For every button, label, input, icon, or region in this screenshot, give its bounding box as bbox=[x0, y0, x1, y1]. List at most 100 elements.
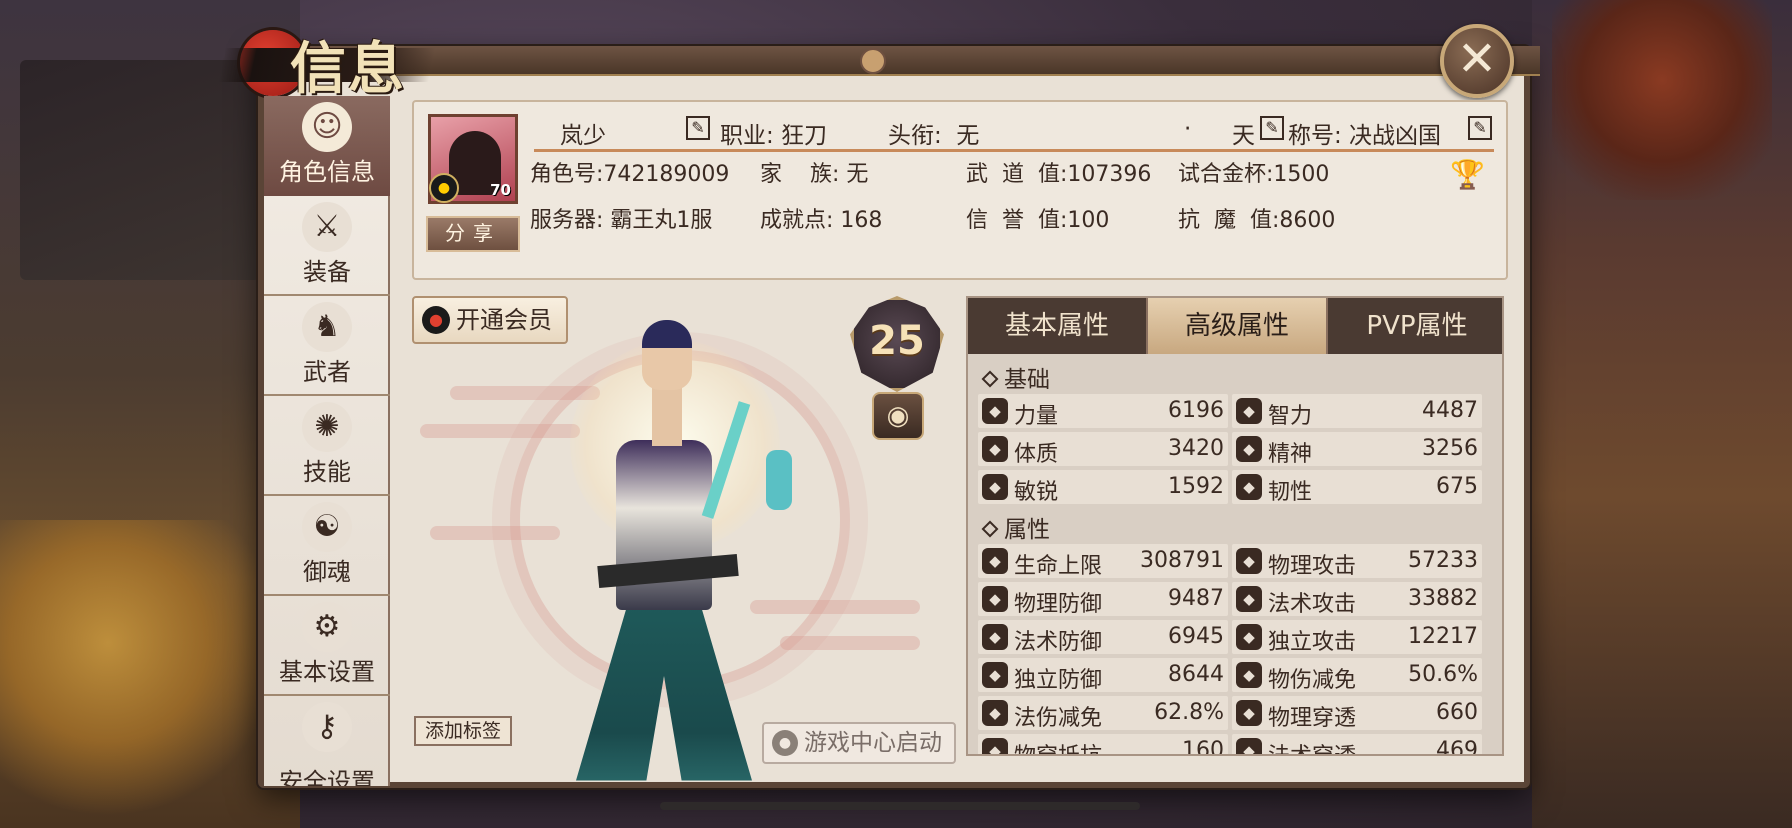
sidebar-item-label: 御魂 bbox=[303, 558, 351, 586]
attribute-name: 法术防御 bbox=[1014, 630, 1103, 655]
attribute-tabs: 基本属性 高级属性 PVP属性 bbox=[968, 298, 1502, 354]
qq-penguin-icon: ● bbox=[429, 173, 459, 203]
window-title: 信息 bbox=[290, 36, 406, 102]
attribute-value: 308791 bbox=[1140, 548, 1224, 573]
attribute-row: ◆ 法伤减免 62.8% ◆ 物理穿透 660 bbox=[978, 696, 1496, 731]
max-hp-icon: ◆ bbox=[982, 548, 1008, 574]
reputation-value: 信 誉 值:100 bbox=[966, 208, 1110, 233]
background-left-scenery bbox=[0, 0, 300, 828]
sidebar-item-equipment[interactable]: ⚔ 装备 bbox=[264, 196, 390, 296]
tab-pvp-attributes[interactable]: PVP属性 bbox=[1328, 298, 1502, 354]
attribute-name: 法术攻击 bbox=[1268, 592, 1357, 617]
attribute-cell: ◆ 物理防御 9487 bbox=[978, 582, 1228, 617]
attribute-name: 智力 bbox=[1268, 404, 1313, 429]
sidebar-item-soul[interactable]: ☯ 御魂 bbox=[264, 496, 390, 596]
attribute-name: 物穿抵抗 bbox=[1014, 738, 1102, 754]
attribute-name: 力量 bbox=[1014, 404, 1059, 429]
attribute-name: 物理穿透 bbox=[1268, 706, 1357, 731]
sidebar-item-character-info[interactable]: ☺ 角色信息 bbox=[264, 96, 390, 196]
close-button[interactable]: ✕ bbox=[1440, 24, 1514, 98]
edit-honor-icon[interactable]: ✎ bbox=[1260, 116, 1284, 140]
title-rank: 天 bbox=[1232, 123, 1255, 149]
name-row: 岚少 ✎ 职业: 狂刀 头衔: 无 · 天 ✎ 称号: 决战凶国 ✎ bbox=[534, 110, 1494, 152]
tenacity-icon: ◆ bbox=[1236, 474, 1262, 500]
sidebar-item-label: 角色信息 bbox=[279, 158, 375, 186]
rank-badge-value: 25 bbox=[869, 318, 925, 364]
player-honor: 称号: 决战凶国 bbox=[1288, 123, 1442, 149]
camera-icon[interactable]: ◉ bbox=[872, 392, 924, 440]
sidebar-item-label: 武者 bbox=[303, 358, 351, 386]
attribute-value: 50.6% bbox=[1408, 662, 1478, 687]
wudao-value: 武 道 值:107396 bbox=[966, 162, 1152, 187]
profile-header: ● 70 分享 岚少 ✎ 职业: 狂刀 头衔: 无 · 天 ✎ 称号: 决战凶国… bbox=[412, 100, 1508, 280]
avatar[interactable]: ● 70 bbox=[428, 114, 518, 204]
skill-swirl-icon: ✺ bbox=[302, 402, 352, 452]
attribute-value: 675 bbox=[1436, 474, 1478, 499]
magic-attack-icon: ◆ bbox=[1236, 586, 1262, 612]
edit-honor-right-icon[interactable]: ✎ bbox=[1468, 116, 1492, 140]
strength-icon: ◆ bbox=[982, 398, 1008, 424]
tab-basic-attributes[interactable]: 基本属性 bbox=[968, 298, 1148, 354]
attribute-cell: ◆ 体质 3420 bbox=[978, 432, 1228, 467]
sidebar: ☺ 角色信息 ⚔ 装备 ♞ 武者 ✺ 技能 ☯ 御魂 ⚙ 基本设置 ⚷ 安全设置 bbox=[264, 96, 390, 786]
attribute-cell: ◆ 韧性 675 bbox=[1232, 470, 1482, 505]
attribute-row: ◆ 力量 6196 ◆ 智力 4487 bbox=[978, 394, 1496, 429]
attribute-cell: ◆ 物穿抵抗 160 bbox=[978, 734, 1228, 754]
section-title: 属性 bbox=[1004, 517, 1050, 543]
constitution-icon: ◆ bbox=[982, 436, 1008, 462]
attribute-name: 物伤减免 bbox=[1268, 668, 1357, 693]
character-icon: ☺ bbox=[302, 102, 352, 152]
character-neck bbox=[652, 386, 682, 446]
physical-penetration-icon: ◆ bbox=[1236, 700, 1262, 726]
background-right-scenery bbox=[1532, 0, 1792, 828]
attribute-cell: ◆ 智力 4487 bbox=[1232, 394, 1482, 429]
character-head bbox=[642, 320, 692, 390]
attribute-name: 独立攻击 bbox=[1268, 630, 1357, 655]
gear-icon: ⚙ bbox=[302, 602, 352, 652]
cup-value: 试合金杯:1500 bbox=[1178, 162, 1330, 187]
attribute-value: 1592 bbox=[1168, 474, 1224, 499]
attribute-value: 660 bbox=[1436, 700, 1478, 725]
player-name: 岚少 bbox=[560, 123, 606, 149]
attribute-name: 法术穿透 bbox=[1268, 738, 1356, 754]
physical-reduction-icon: ◆ bbox=[1236, 662, 1262, 688]
edit-name-icon[interactable]: ✎ bbox=[686, 116, 710, 140]
key-icon: ⚷ bbox=[302, 702, 352, 752]
sidebar-item-skills[interactable]: ✺ 技能 bbox=[264, 396, 390, 496]
game-center-button[interactable]: ● 游戏中心启动 bbox=[762, 722, 956, 764]
section-attributes: 属性 bbox=[981, 510, 1050, 544]
diamond-icon bbox=[981, 520, 999, 538]
spirit-icon: ◆ bbox=[1236, 436, 1262, 462]
agility-icon: ◆ bbox=[982, 474, 1008, 500]
sidebar-item-warrior[interactable]: ♞ 武者 bbox=[264, 296, 390, 396]
magic-penetration-icon: ◆ bbox=[1236, 738, 1262, 754]
family: 家 族: 无 bbox=[760, 162, 869, 187]
attribute-cell: ◆ 物伤减免 50.6% bbox=[1232, 658, 1482, 693]
sidebar-item-basic-settings[interactable]: ⚙ 基本设置 bbox=[264, 596, 390, 696]
attribute-cell: ◆ 敏锐 1592 bbox=[978, 470, 1228, 505]
attribute-value: 9487 bbox=[1168, 586, 1224, 611]
title-separator: · bbox=[1184, 116, 1192, 142]
tab-advanced-attributes[interactable]: 高级属性 bbox=[1148, 298, 1328, 354]
magic-defense-icon: ◆ bbox=[982, 624, 1008, 650]
home-indicator[interactable] bbox=[660, 802, 1140, 810]
independent-attack-icon: ◆ bbox=[1236, 624, 1262, 650]
player-job: 职业: 狂刀 bbox=[720, 123, 828, 149]
share-button[interactable]: 分享 bbox=[426, 216, 520, 252]
attribute-value: 6945 bbox=[1168, 624, 1224, 649]
attribute-cell: ◆ 精神 3256 bbox=[1232, 432, 1482, 467]
sidebar-item-security-settings[interactable]: ⚷ 安全设置 bbox=[264, 696, 390, 786]
attribute-value: 3256 bbox=[1422, 436, 1478, 461]
attribute-row: ◆ 敏锐 1592 ◆ 韧性 675 bbox=[978, 470, 1496, 505]
attribute-row: ◆ 独立防御 8644 ◆ 物伤减免 50.6% bbox=[978, 658, 1496, 693]
achievement-points: 成就点: 168 bbox=[760, 208, 883, 233]
background-leaves bbox=[0, 520, 270, 828]
add-tag-button[interactable]: 添加标签 bbox=[414, 716, 512, 746]
section-title: 基础 bbox=[1004, 367, 1050, 393]
role-id: 角色号:742189009 bbox=[530, 162, 730, 187]
sidebar-item-label: 装备 bbox=[303, 258, 351, 286]
attribute-name: 独立防御 bbox=[1014, 668, 1103, 693]
attributes-panel: 基本属性 高级属性 PVP属性 基础 ◆ 力量 6196 ◆ 智力 4487 ◆ 体质 34… bbox=[966, 296, 1504, 756]
soul-mask-icon: ☯ bbox=[302, 502, 352, 552]
attribute-cell: ◆ 法术防御 6945 bbox=[978, 620, 1228, 655]
